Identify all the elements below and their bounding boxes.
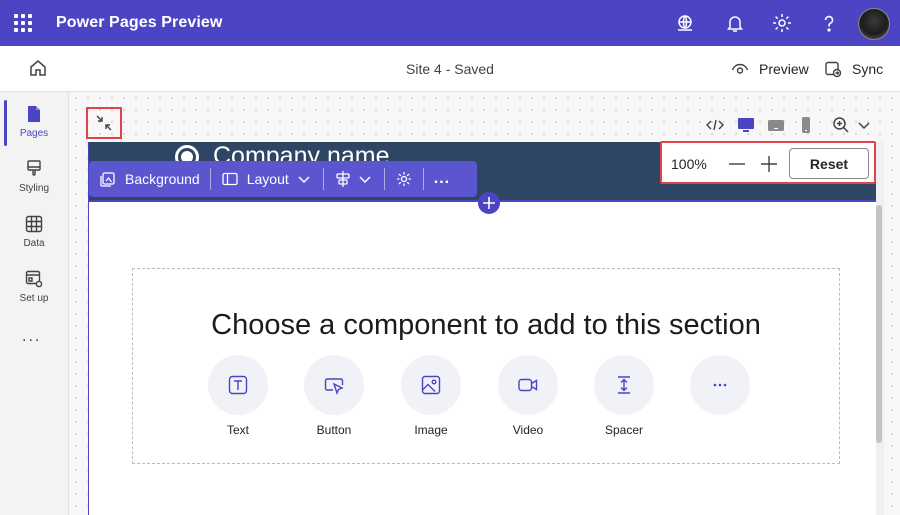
button-icon	[324, 378, 344, 395]
rail-item-data[interactable]: Data	[0, 208, 68, 260]
section-settings-button[interactable]	[385, 161, 423, 197]
alignment-icon	[336, 171, 350, 187]
component-label: Spacer	[604, 423, 644, 437]
more-icon	[713, 383, 727, 387]
brush-icon	[27, 160, 41, 176]
background-label: Background	[125, 171, 200, 187]
background-button[interactable]: Background	[89, 161, 210, 197]
layout-icon	[222, 172, 238, 186]
environment-icon[interactable]	[674, 12, 696, 34]
rail-label: Set up	[19, 293, 49, 304]
image-icon	[421, 375, 441, 395]
component-label: Text	[226, 423, 249, 437]
chevron-down-icon[interactable]	[854, 115, 874, 135]
text-icon	[228, 375, 248, 395]
sync-label: Sync	[852, 61, 884, 77]
view-toolbar	[697, 108, 883, 142]
component-label: Button	[316, 423, 352, 437]
eye-icon	[731, 63, 749, 74]
home-icon[interactable]	[28, 58, 48, 78]
rail-item-styling[interactable]: Styling	[0, 153, 68, 205]
plus-icon	[483, 197, 495, 209]
table-icon	[25, 215, 43, 233]
zoom-out-button[interactable]	[726, 153, 748, 175]
left-rail: Pages Styling Data Set up ...	[0, 92, 69, 515]
gear-icon[interactable]	[771, 12, 793, 34]
scrollbar-thumb[interactable]	[876, 205, 882, 443]
collapse-icon	[96, 115, 112, 131]
component-video[interactable]: Video	[488, 355, 568, 445]
more-options-button[interactable]: ...	[424, 161, 460, 197]
picker-title: Choose a component to add to this sectio…	[211, 309, 761, 341]
rail-label: Data	[23, 238, 45, 249]
preview-label: Preview	[759, 61, 809, 77]
command-bar: Site 4 - Saved Preview Sync	[0, 46, 900, 92]
component-button[interactable]: Button	[294, 355, 374, 445]
component-text[interactable]: Text	[198, 355, 278, 445]
layout-label: Layout	[246, 171, 289, 187]
bell-icon[interactable]	[724, 12, 746, 34]
component-label: Video	[512, 423, 544, 437]
sync-button[interactable]: Sync	[824, 58, 883, 80]
setup-icon	[25, 270, 43, 288]
top-bar: Power Pages Preview	[0, 0, 900, 46]
site-status: Site 4 - Saved	[406, 61, 494, 77]
avatar[interactable]	[858, 8, 890, 40]
component-picker: Choose a component to add to this sectio…	[132, 268, 840, 464]
waffle-icon[interactable]	[14, 14, 32, 32]
desktop-view-icon[interactable]	[736, 115, 756, 135]
component-label: Image	[414, 423, 448, 437]
zoom-icon[interactable]	[831, 115, 851, 135]
code-view-icon[interactable]	[705, 115, 725, 135]
section-toolbar: Background Layout ...	[89, 161, 477, 197]
help-icon[interactable]	[818, 12, 840, 34]
preview-button[interactable]: Preview	[731, 58, 809, 80]
rail-label: Styling	[18, 183, 49, 194]
more-label: ...	[433, 170, 451, 187]
zoom-in-button[interactable]	[758, 153, 780, 175]
add-section-button[interactable]	[478, 192, 500, 214]
chevron-down-icon	[359, 176, 371, 184]
spacer-icon	[618, 376, 630, 394]
rail-label: Pages	[19, 128, 49, 139]
mobile-view-icon[interactable]	[796, 115, 816, 135]
plus-icon	[761, 156, 777, 172]
rail-item-pages[interactable]: Pages	[0, 98, 68, 150]
minus-icon	[729, 163, 745, 165]
background-icon	[100, 172, 115, 187]
tablet-view-icon[interactable]	[766, 115, 786, 135]
video-icon	[518, 378, 538, 392]
app-title: Power Pages Preview	[56, 14, 223, 31]
layout-button[interactable]: Layout	[211, 161, 323, 197]
gear-icon	[396, 172, 411, 186]
component-more[interactable]	[680, 355, 760, 445]
reset-button[interactable]: Reset	[789, 148, 869, 179]
component-image[interactable]: Image	[391, 355, 471, 445]
rail-item-setup[interactable]: Set up	[0, 263, 68, 315]
collapse-button[interactable]	[86, 107, 122, 139]
zoom-popup: 100% Reset	[660, 141, 876, 184]
zoom-level: 100%	[671, 156, 707, 172]
pages-icon	[28, 106, 40, 122]
alignment-button[interactable]	[324, 161, 384, 197]
sync-icon	[825, 61, 842, 78]
rail-more-button[interactable]: ...	[22, 328, 41, 346]
component-spacer[interactable]: Spacer	[584, 355, 664, 445]
chevron-down-icon	[298, 176, 310, 184]
